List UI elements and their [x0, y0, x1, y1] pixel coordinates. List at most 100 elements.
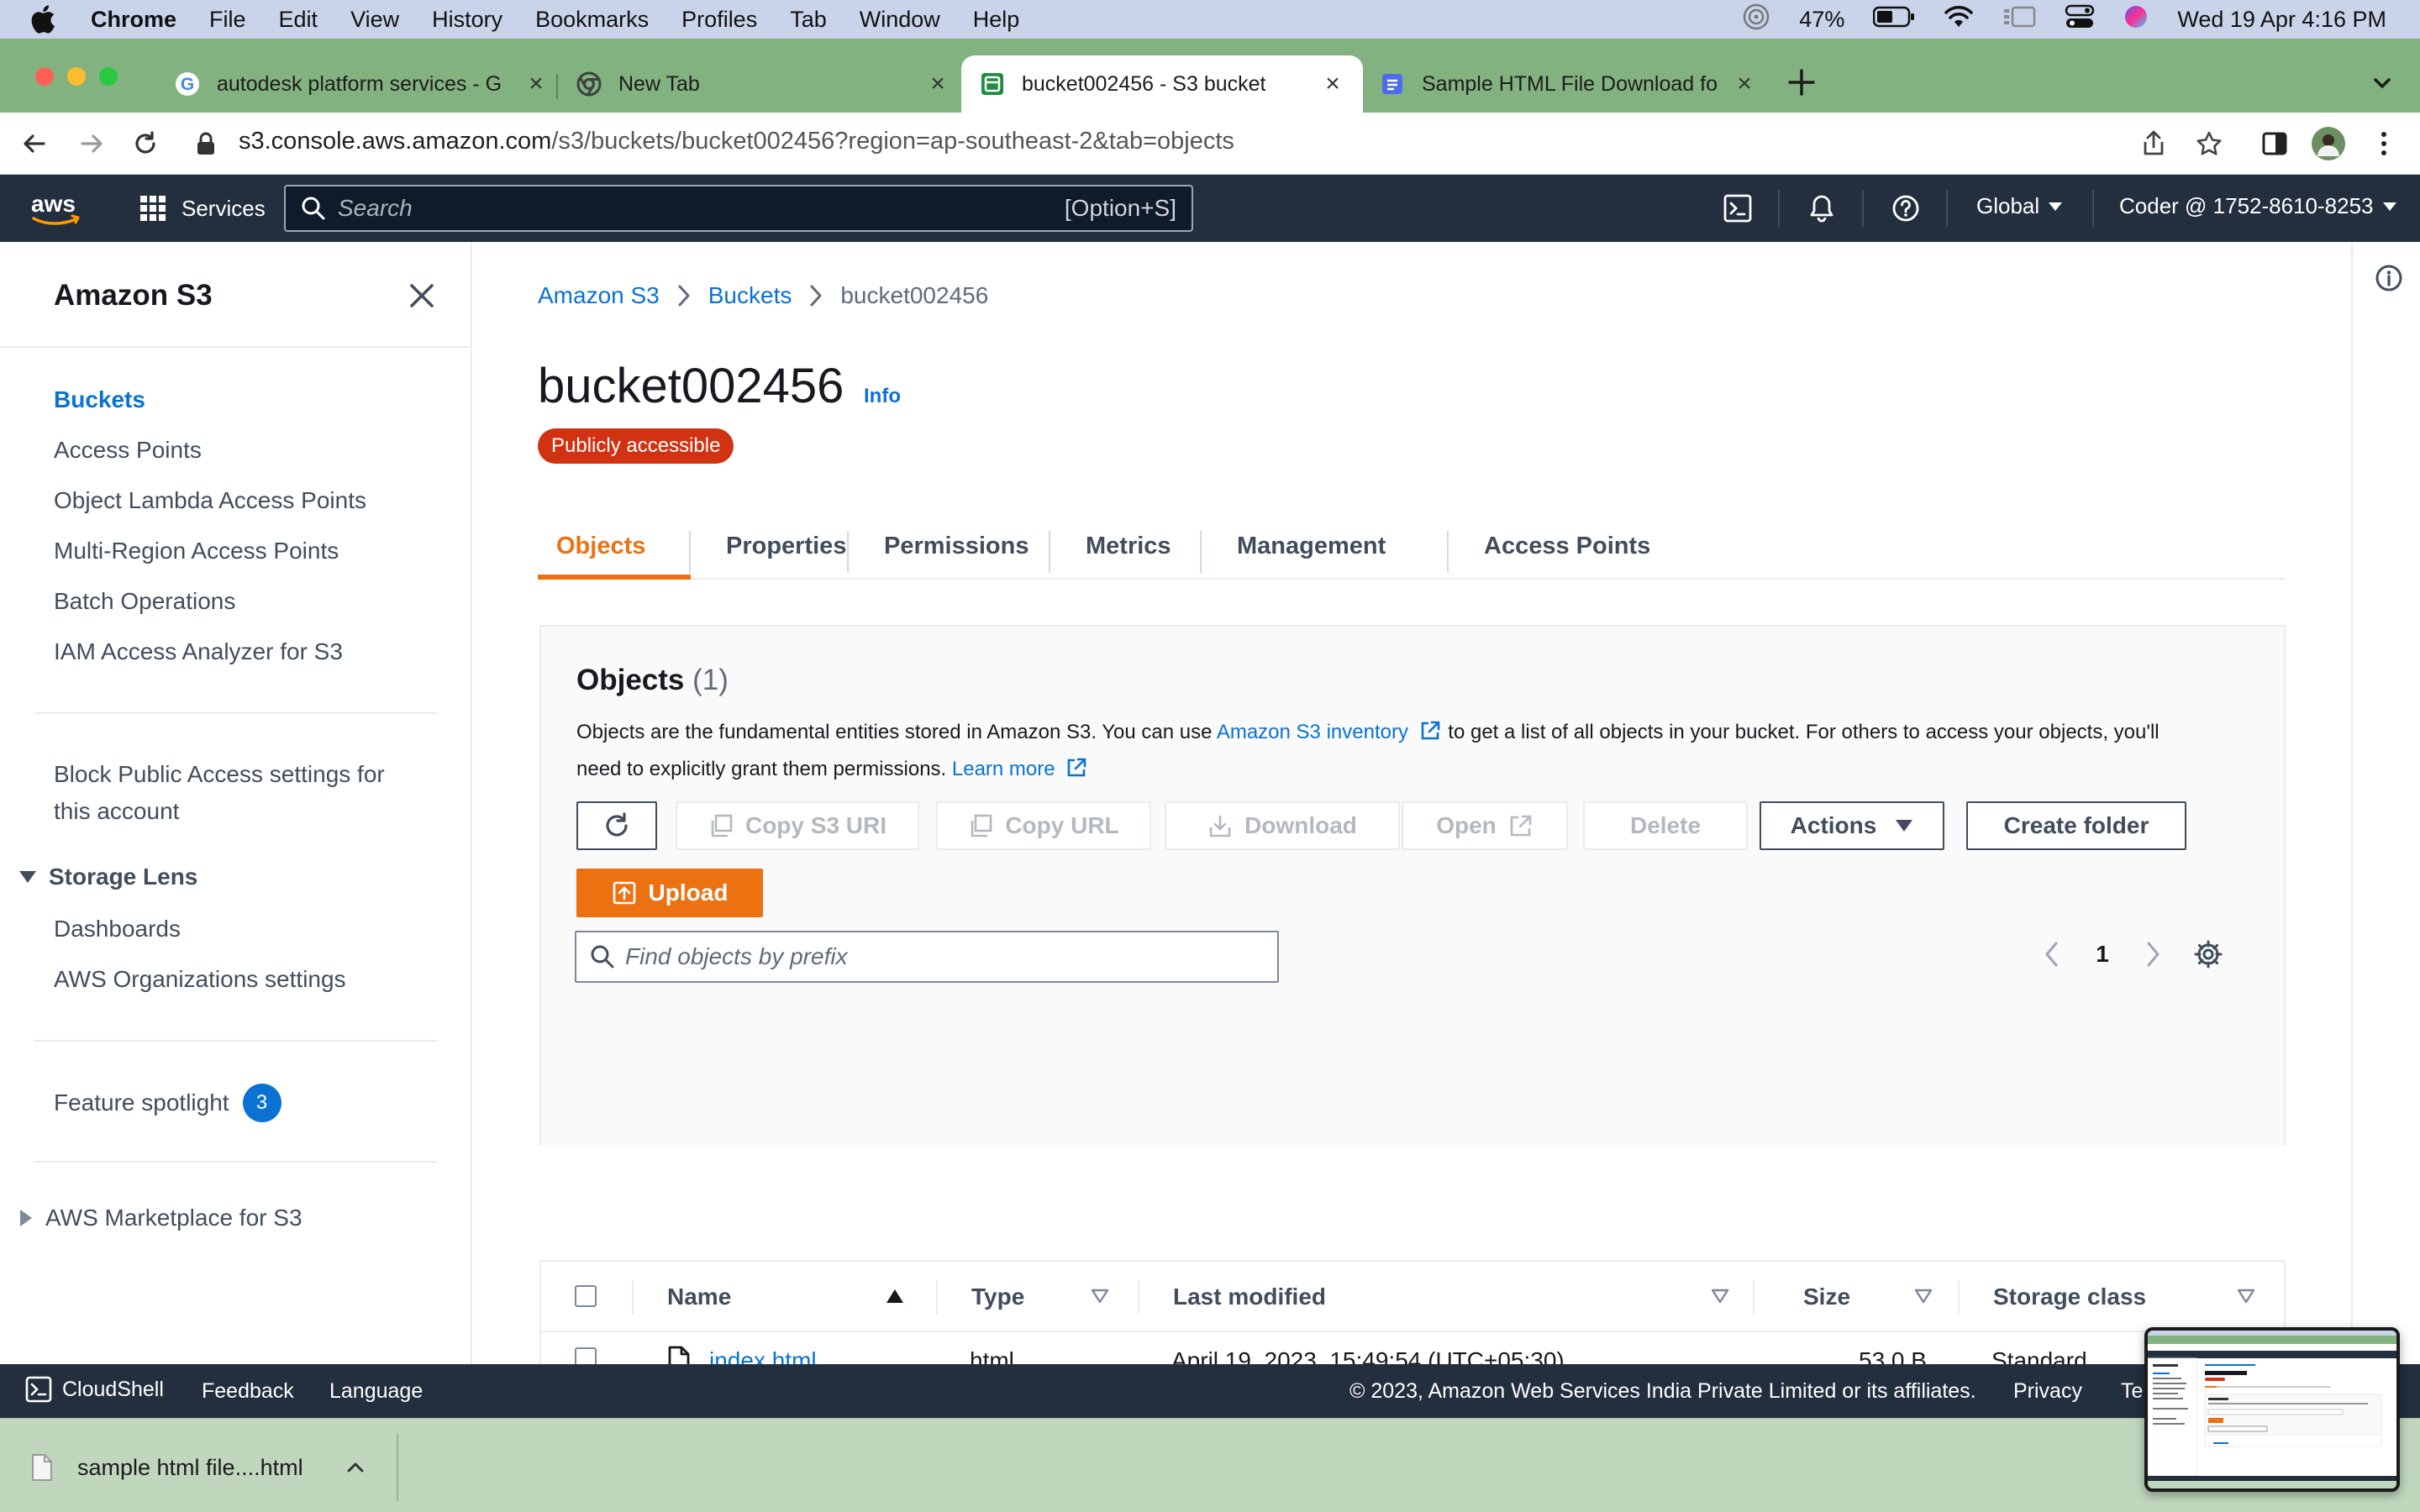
reload-icon[interactable] [128, 126, 163, 161]
sidebar-item-iam-analyzer[interactable]: IAM Access Analyzer for S3 [54, 638, 343, 665]
copy-url-button[interactable]: Copy URL [936, 801, 1151, 850]
preferences-gear-icon[interactable] [2183, 931, 2233, 978]
sort-ascending-icon[interactable] [886, 1289, 904, 1308]
sidebar-item-dashboards[interactable]: Dashboards [54, 916, 181, 942]
next-page-chevron-right-icon[interactable] [2136, 931, 2170, 978]
side-panel-icon[interactable] [2257, 126, 2292, 161]
sidebar-section-storage-lens[interactable]: Storage Lens [18, 864, 197, 890]
info-circle-icon[interactable] [2375, 264, 2403, 297]
download-item[interactable]: sample html file....html [30, 1444, 366, 1491]
notifications-bell-icon[interactable] [1807, 193, 1837, 223]
profile-avatar[interactable] [2311, 126, 2346, 161]
breadcrumb-buckets[interactable]: Buckets [708, 282, 792, 309]
account-menu[interactable]: Coder @ 1752-8610-8253 [2119, 193, 2397, 219]
menu-help[interactable]: Help [973, 7, 1020, 33]
tab-search-chevron-down-icon[interactable] [2370, 71, 2395, 100]
column-header-storage-class[interactable]: Storage class [1993, 1284, 2146, 1310]
terms-link[interactable]: Te [2121, 1379, 2143, 1404]
browser-tab-new-tab[interactable]: New Tab × [576, 55, 950, 113]
tab-close-icon[interactable]: × [1733, 70, 1756, 98]
aws-search-input[interactable]: Search [Option+S] [284, 185, 1193, 232]
menu-tab[interactable]: Tab [790, 7, 827, 33]
menu-file[interactable]: File [209, 7, 246, 33]
tab-metrics[interactable]: Metrics [1086, 512, 1171, 580]
prefix-search-field[interactable] [575, 931, 1279, 983]
sidebar-item-feature-spotlight[interactable]: Feature spotlight 3 [54, 1084, 281, 1122]
forward-arrow-icon[interactable] [74, 126, 109, 161]
window-zoom-button[interactable] [99, 67, 118, 86]
browser-tab-autodesk[interactable]: G autodesk platform services - G × [175, 55, 548, 113]
sidebar-item-multi-region[interactable]: Multi-Region Access Points [54, 538, 339, 564]
column-header-name[interactable]: Name [667, 1284, 731, 1310]
actions-dropdown[interactable]: Actions [1760, 801, 1944, 850]
sort-caret-down-icon[interactable] [1914, 1289, 1933, 1308]
delete-button[interactable]: Delete [1583, 801, 1748, 850]
browser-tab-s3-bucket[interactable]: bucket002456 - S3 bucket × [961, 55, 1363, 113]
info-link[interactable]: Info [864, 385, 901, 408]
close-icon[interactable] [407, 281, 437, 311]
select-all-checkbox[interactable] [575, 1285, 597, 1307]
sidebar-item-batch-operations[interactable]: Batch Operations [54, 588, 235, 615]
tab-permissions[interactable]: Permissions [884, 512, 1028, 580]
share-icon[interactable] [2136, 126, 2171, 161]
copy-s3-uri-button[interactable]: Copy S3 URI [676, 801, 919, 850]
download-button[interactable]: Download [1165, 801, 1400, 850]
tab-properties[interactable]: Properties [726, 512, 846, 580]
help-icon[interactable] [1891, 193, 1921, 223]
sidebar-item-block-public-access[interactable]: Block Public Access settings for this ac… [54, 756, 385, 830]
column-header-last-modified[interactable]: Last modified [1173, 1284, 1326, 1310]
menu-edit[interactable]: Edit [279, 7, 318, 33]
refresh-button[interactable] [576, 801, 657, 850]
sidebar-item-access-points[interactable]: Access Points [54, 437, 202, 464]
page-number[interactable]: 1 [2086, 931, 2119, 978]
column-header-size[interactable]: Size [1803, 1284, 1850, 1310]
feedback-link[interactable]: Feedback [202, 1379, 294, 1404]
tab-close-icon[interactable]: × [926, 70, 950, 98]
sidebar-item-buckets[interactable]: Buckets [54, 386, 145, 413]
cloudshell-footer-button[interactable]: CloudShell [25, 1376, 164, 1403]
services-menu-button[interactable]: Services [139, 190, 266, 227]
stage-manager-icon[interactable] [2002, 4, 2036, 35]
aws-logo-icon[interactable]: aws [29, 188, 84, 233]
menu-history[interactable]: History [432, 7, 502, 33]
tab-close-icon[interactable]: × [524, 70, 548, 98]
menu-profiles[interactable]: Profiles [681, 7, 757, 33]
privacy-link[interactable]: Privacy [2013, 1379, 2082, 1404]
tab-management[interactable]: Management [1237, 512, 1386, 580]
sort-caret-down-icon[interactable] [1711, 1289, 1729, 1308]
siri-icon[interactable] [2123, 4, 2149, 35]
screenshot-thumbnail[interactable] [2144, 1327, 2400, 1492]
s3-inventory-link[interactable]: Amazon S3 inventory [1217, 721, 1408, 743]
tab-objects[interactable]: Objects [556, 512, 645, 580]
menu-bookmarks[interactable]: Bookmarks [535, 7, 649, 33]
create-folder-button[interactable]: Create folder [1966, 801, 2186, 850]
wifi-icon[interactable] [1944, 5, 1974, 34]
address-bar[interactable]: s3.console.aws.amazon.com/s3/buckets/buc… [239, 128, 1234, 155]
menu-view[interactable]: View [350, 7, 399, 33]
sort-caret-down-icon[interactable] [2237, 1289, 2255, 1308]
open-button[interactable]: Open [1402, 801, 1568, 850]
airdrop-icon[interactable] [1742, 3, 1770, 37]
column-header-type[interactable]: Type [971, 1284, 1024, 1310]
lock-icon[interactable] [188, 126, 224, 161]
menu-app-name[interactable]: Chrome [91, 7, 176, 33]
prefix-search-input[interactable] [625, 943, 1264, 970]
language-link[interactable]: Language [329, 1379, 423, 1404]
previous-page-chevron-left-icon[interactable] [2035, 931, 2069, 978]
chevron-up-icon[interactable] [345, 1459, 366, 1476]
sidebar-item-aws-organizations-settings[interactable]: AWS Organizations settings [54, 966, 346, 993]
sidebar-item-object-lambda[interactable]: Object Lambda Access Points [54, 487, 366, 514]
chrome-menu-icon[interactable] [2366, 126, 2402, 161]
breadcrumb-amazon-s3[interactable]: Amazon S3 [538, 282, 660, 309]
region-selector[interactable]: Global [1976, 193, 2063, 219]
browser-tab-sample-html[interactable]: Sample HTML File Download fo × [1380, 55, 1756, 113]
apple-icon[interactable] [30, 5, 64, 34]
sidebar-section-marketplace[interactable]: AWS Marketplace for S3 [18, 1205, 302, 1231]
sort-caret-down-icon[interactable] [1091, 1289, 1109, 1308]
battery-icon[interactable] [1873, 6, 1915, 34]
upload-button[interactable]: Upload [576, 869, 763, 917]
cloudshell-icon[interactable] [1723, 193, 1753, 223]
back-arrow-icon[interactable] [17, 126, 52, 161]
learn-more-link[interactable]: Learn more [952, 758, 1055, 780]
control-center-icon[interactable] [2065, 4, 2095, 35]
